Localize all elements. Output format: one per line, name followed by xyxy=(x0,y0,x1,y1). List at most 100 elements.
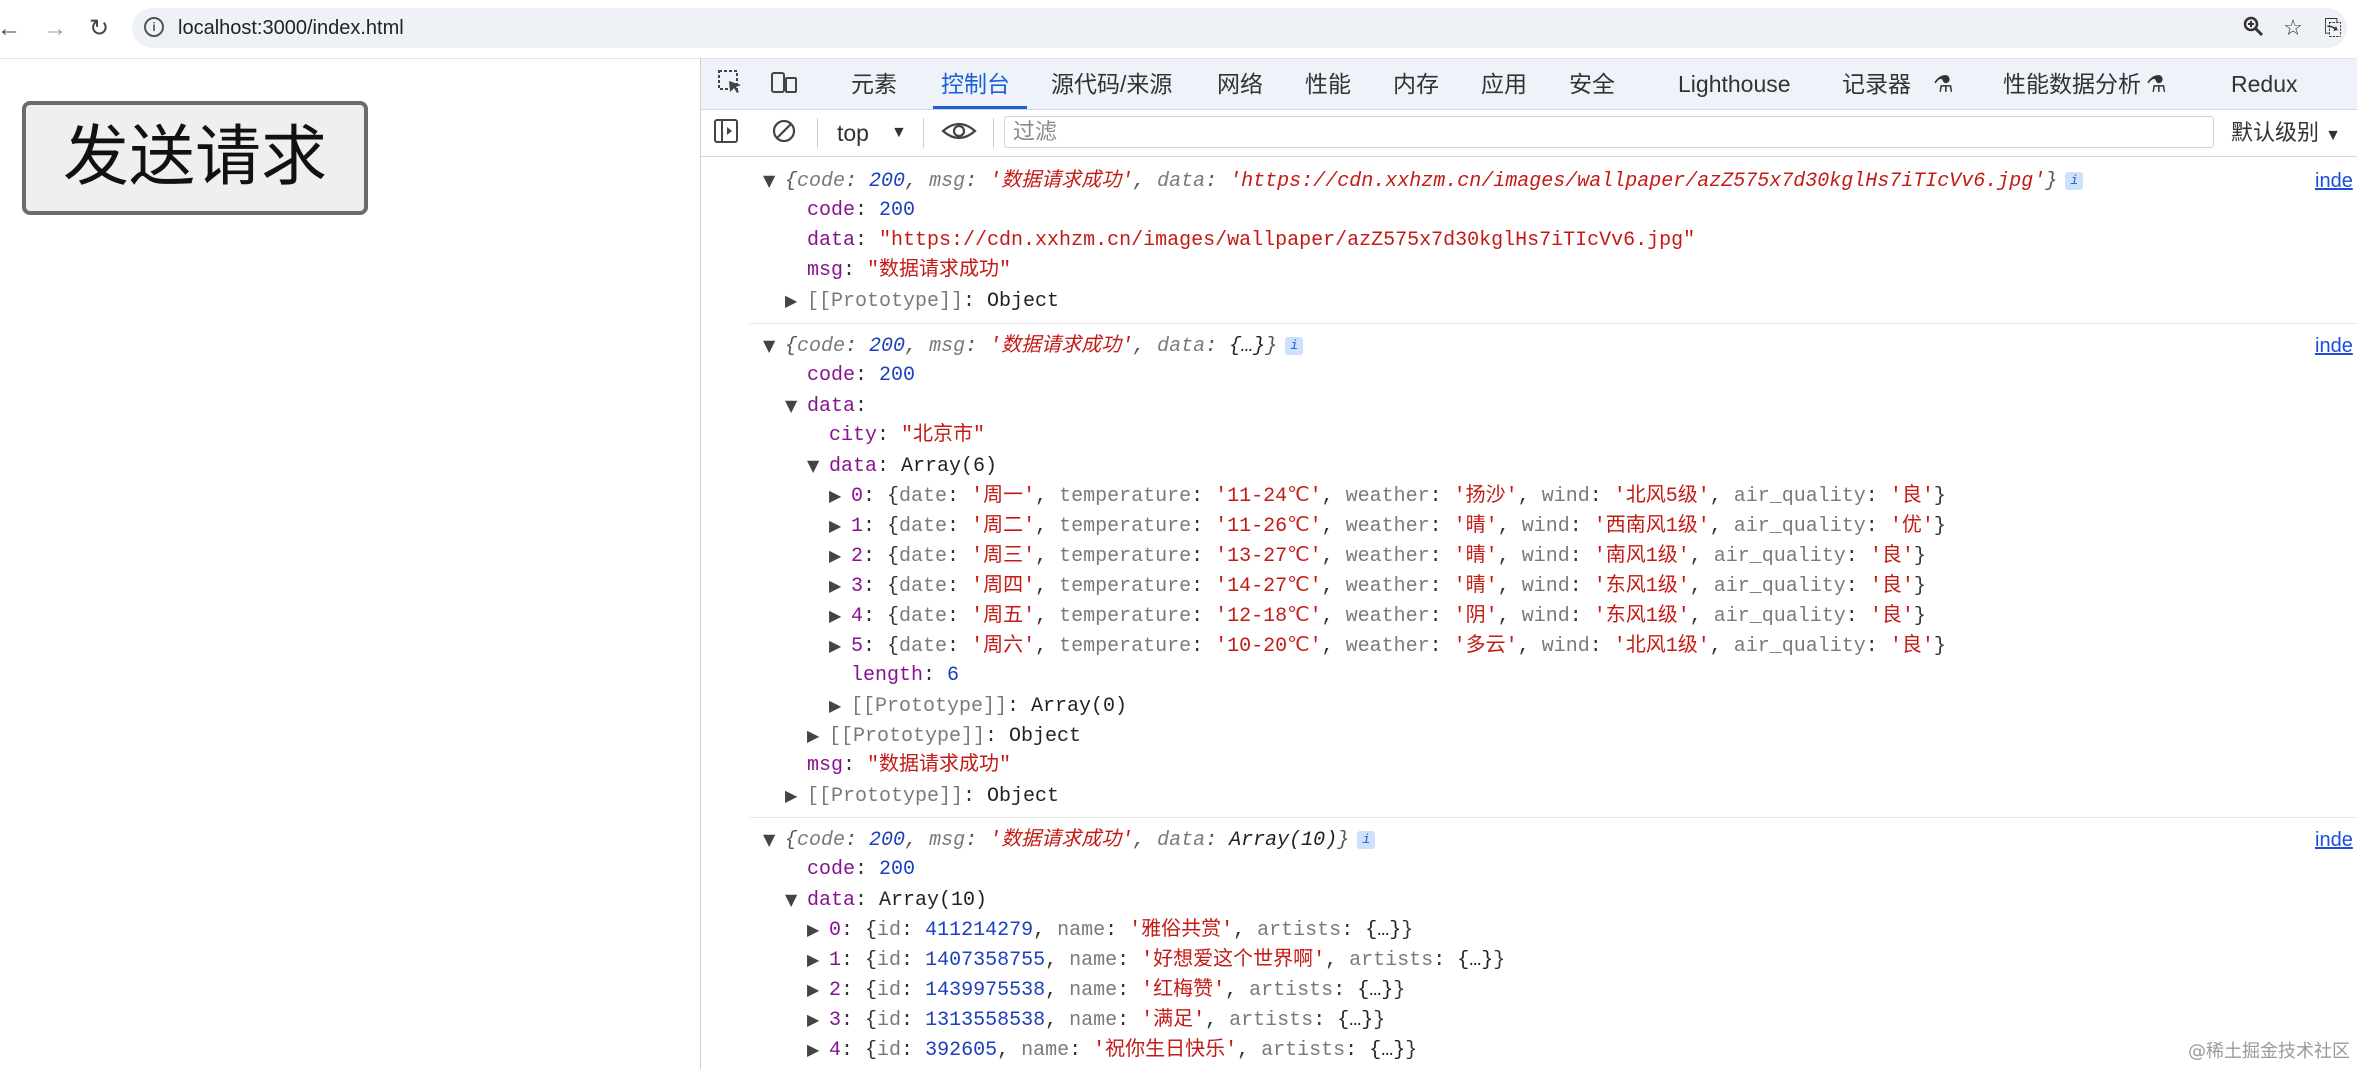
weather-item[interactable]: ▶ 3: {date: '周四', temperature: '14-27℃', … xyxy=(829,571,1926,601)
expand-triangle-icon[interactable]: ▶ xyxy=(807,975,829,1005)
expand-triangle-icon[interactable]: ▼ xyxy=(807,451,829,481)
expand-triangle-icon[interactable]: ▼ xyxy=(763,331,785,361)
info-icon[interactable]: i xyxy=(2065,171,2084,190)
sidebar-toggle-icon[interactable] xyxy=(711,118,741,148)
expand-triangle-icon[interactable]: ▶ xyxy=(829,691,851,721)
weather-item[interactable]: ▶ 1: {date: '周二', temperature: '11-26℃', … xyxy=(829,511,1946,541)
prop-inner-prototype[interactable]: ▶ [[Prototype]]: Object xyxy=(807,721,1081,751)
tab-memory[interactable]: 内存 xyxy=(1393,59,1439,109)
zoom-icon[interactable] xyxy=(2239,15,2267,41)
weather-item[interactable]: ▶ 5: {date: '周六', temperature: '10-20℃', … xyxy=(829,631,1946,661)
filter-input[interactable] xyxy=(1004,116,2214,148)
prop-data[interactable]: ▼ data: xyxy=(785,391,867,421)
weather-item[interactable]: ▶ 2: {date: '周三', temperature: '13-27℃', … xyxy=(829,541,1926,571)
browser-toolbar: ← → ↻ i localhost:3000/index.html ☆ ⎘ xyxy=(0,0,2357,59)
tab-recorder[interactable]: 记录器 xyxy=(1842,59,1911,109)
tab-lighthouse[interactable]: Lighthouse xyxy=(1678,59,1791,109)
log-level-label: 默认级别 xyxy=(2231,120,2320,145)
song-item[interactable]: ▶ 3: {id: 1313558538, name: '满足', artists… xyxy=(807,1005,1385,1035)
source-link[interactable]: inde xyxy=(2315,825,2353,855)
star-icon[interactable]: ☆ xyxy=(2279,15,2307,41)
expand-triangle-icon[interactable]: ▶ xyxy=(829,571,851,601)
expand-triangle-icon[interactable]: ▶ xyxy=(807,1035,829,1065)
tab-elements[interactable]: 元素 xyxy=(851,59,897,109)
prop-code: code: 200 xyxy=(807,199,916,222)
toolbar-divider xyxy=(817,118,818,148)
weather-item[interactable]: ▶ 4: {date: '周五', temperature: '12-18℃', … xyxy=(829,601,1926,631)
song-item[interactable]: ▶ 4: {id: 392605, name: '祝你生日快乐', artists… xyxy=(807,1035,1417,1065)
prop-length: length: 6 xyxy=(851,664,960,687)
tab-redux[interactable]: Redux xyxy=(2231,59,2297,109)
prop-prototype[interactable]: ▶ [[Prototype]]: Object xyxy=(785,286,1059,316)
expand-triangle-icon[interactable]: ▶ xyxy=(829,481,851,511)
prop-msg: msg: "数据请求成功" xyxy=(807,754,1012,777)
expand-triangle-icon[interactable]: ▶ xyxy=(829,511,851,541)
tab-application[interactable]: 应用 xyxy=(1481,59,1527,109)
source-link[interactable]: inde xyxy=(2315,166,2353,196)
prop-data: data: "https://cdn.xxhzm.cn/images/wallp… xyxy=(807,229,1696,252)
entry-summary[interactable]: ▼ {code: 200, msg: '数据请求成功', data: Array(… xyxy=(763,825,1376,855)
entry-divider xyxy=(749,817,2357,818)
reload-icon[interactable]: ↻ xyxy=(86,16,112,42)
song-item[interactable]: ▶ 0: {id: 411214279, name: '雅俗共赏', artist… xyxy=(807,915,1413,945)
info-icon[interactable]: i xyxy=(144,17,164,37)
extensions-icon[interactable]: ⎘ xyxy=(2319,15,2347,41)
url-text[interactable]: localhost:3000/index.html xyxy=(178,17,404,40)
context-select[interactable]: top xyxy=(837,118,869,148)
expand-triangle-icon[interactable]: ▶ xyxy=(829,631,851,661)
expand-triangle-icon[interactable]: ▶ xyxy=(807,945,829,975)
tab-network[interactable]: 网络 xyxy=(1217,59,1263,109)
console-toolbar: top ▼ 默认级别 ▼ xyxy=(701,110,2357,157)
expand-triangle-icon[interactable]: ▼ xyxy=(763,825,785,855)
toolbar-divider xyxy=(923,118,924,148)
clear-console-icon[interactable] xyxy=(769,118,799,148)
tab-performance-insights[interactable]: 性能数据分析 xyxy=(2003,59,2141,109)
prop-code: code: 200 xyxy=(807,858,916,881)
entry-divider xyxy=(749,323,2357,324)
tab-security[interactable]: 安全 xyxy=(1569,59,1615,109)
tab-console[interactable]: 控制台 xyxy=(941,59,1010,109)
expand-triangle-icon[interactable]: ▶ xyxy=(807,721,829,751)
tab-performance[interactable]: 性能 xyxy=(1305,59,1351,109)
flask-icon: ⚗ xyxy=(2146,71,2167,97)
expand-triangle-icon[interactable]: ▶ xyxy=(807,1005,829,1035)
prop-array-prototype[interactable]: ▶ [[Prototype]]: Array(0) xyxy=(829,691,1127,721)
prop-data-array[interactable]: ▼ data: Array(6) xyxy=(807,451,997,481)
devtools-tabbar: 元素 控制台 源代码/来源 网络 性能 内存 应用 安全 Lighthouse … xyxy=(701,59,2357,110)
devtools-panel: 元素 控制台 源代码/来源 网络 性能 内存 应用 安全 Lighthouse … xyxy=(700,59,2357,1069)
weather-item[interactable]: ▶ 0: {date: '周一', temperature: '11-24℃', … xyxy=(829,481,1946,511)
song-item[interactable]: ▶ 2: {id: 1439975538, name: '红梅赞', artist… xyxy=(807,975,1405,1005)
entry-summary[interactable]: ▼ {code: 200, msg: '数据请求成功', data: {…}} i xyxy=(763,331,1304,361)
watermark: @稀土掘金技术社区 xyxy=(2188,1041,2350,1062)
song-item[interactable]: ▶ 1: {id: 1407358755, name: '好想爱这个世界啊', a… xyxy=(807,945,1505,975)
arrow-right-icon[interactable]: → xyxy=(42,16,68,42)
expand-triangle-icon[interactable]: ▶ xyxy=(829,541,851,571)
tab-sources[interactable]: 源代码/来源 xyxy=(1051,59,1172,109)
prop-prototype[interactable]: ▶ [[Prototype]]: Object xyxy=(785,781,1059,811)
expand-triangle-icon[interactable]: ▶ xyxy=(785,286,807,316)
prop-city: city: "北京市" xyxy=(829,424,986,447)
prop-data-array[interactable]: ▼ data: Array(10) xyxy=(785,885,987,915)
expand-triangle-icon[interactable]: ▶ xyxy=(829,601,851,631)
caret-down-icon[interactable]: ▼ xyxy=(891,118,907,148)
eye-icon[interactable] xyxy=(939,118,979,148)
console-output: ▼ {code: 200, msg: '数据请求成功', data: 'https… xyxy=(701,157,2357,1069)
address-bar[interactable]: i localhost:3000/index.html ☆ ⎘ xyxy=(132,8,2347,48)
page-content: 发送请求 xyxy=(0,59,700,1069)
expand-triangle-icon[interactable]: ▼ xyxy=(785,885,807,915)
send-request-button[interactable]: 发送请求 xyxy=(22,101,368,215)
prop-msg: msg: "数据请求成功" xyxy=(807,259,1012,282)
entry-summary[interactable]: ▼ {code: 200, msg: '数据请求成功', data: 'https… xyxy=(763,166,2084,196)
device-toolbar-icon[interactable] xyxy=(769,69,799,99)
arrow-left-icon[interactable]: ← xyxy=(0,16,22,42)
inspect-element-icon[interactable] xyxy=(715,69,745,99)
log-level-select[interactable]: 默认级别 ▼ xyxy=(2231,118,2341,148)
expand-triangle-icon[interactable]: ▶ xyxy=(807,915,829,945)
expand-triangle-icon[interactable]: ▼ xyxy=(785,391,807,421)
info-icon[interactable]: i xyxy=(1285,336,1304,355)
active-tab-indicator xyxy=(933,106,1027,109)
info-icon[interactable]: i xyxy=(1357,830,1376,849)
expand-triangle-icon[interactable]: ▶ xyxy=(785,781,807,811)
expand-triangle-icon[interactable]: ▼ xyxy=(763,166,785,196)
source-link[interactable]: inde xyxy=(2315,331,2353,361)
